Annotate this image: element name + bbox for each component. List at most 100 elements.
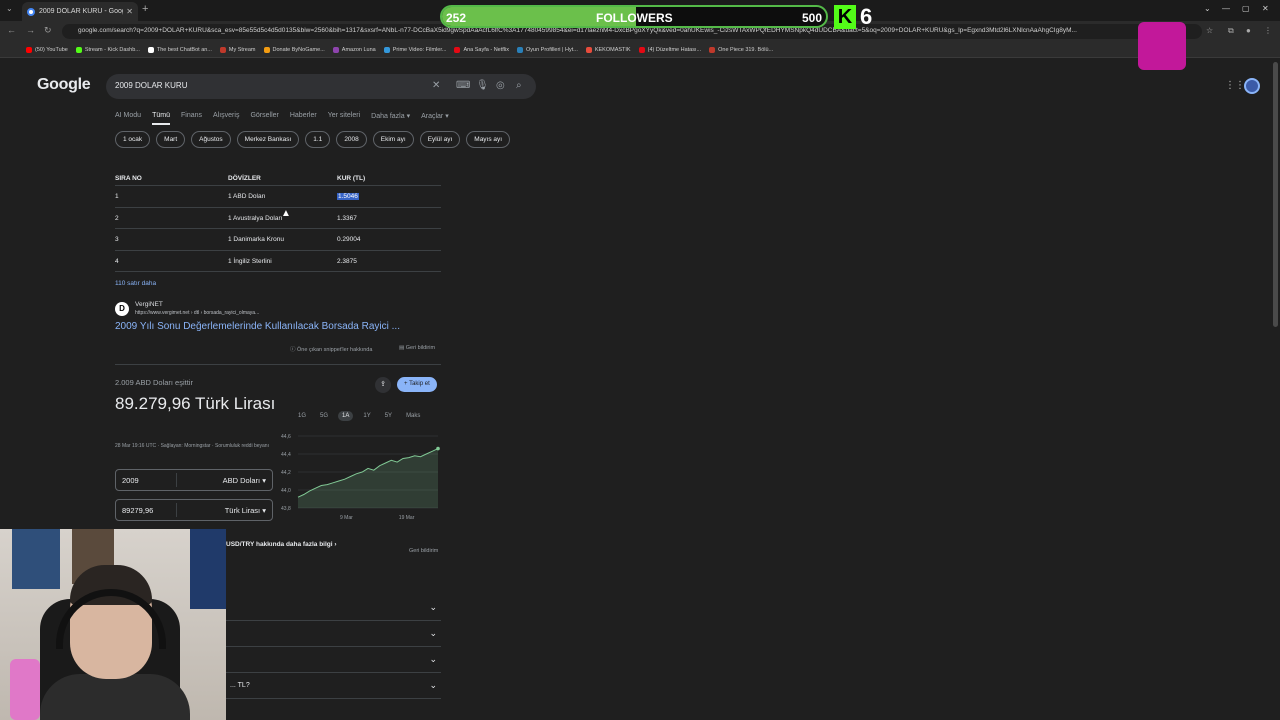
refinement-chip[interactable]: Mart — [156, 131, 186, 148]
mic-icon[interactable]: 🎙 — [476, 80, 489, 91]
from-amount-input[interactable]: 2009 — [122, 476, 139, 485]
reload-icon[interactable]: ↻ — [44, 25, 52, 36]
refinement-chip[interactable]: Merkez Bankası — [236, 131, 300, 148]
refinement-chip[interactable]: 2008 — [336, 131, 367, 148]
from-currency-select[interactable]: ABD Doları ▾ — [223, 476, 266, 485]
table-row: 3 1 Danimarka Kronu 0.29004 — [115, 229, 441, 251]
source-url[interactable]: https://www.vergimet.net › dtl › borsada… — [135, 310, 259, 316]
bookmark-label: Stream - Kick Dashb... — [84, 46, 140, 53]
close-window-icon[interactable]: ✕ — [1262, 4, 1269, 13]
period-tab[interactable]: 1G — [294, 411, 310, 421]
google-apps-icon[interactable]: ⋮⋮ — [1225, 80, 1245, 91]
bookmark-item[interactable]: Prime Video: Filmler... — [383, 46, 446, 53]
faq-question: ... TL? — [230, 682, 250, 689]
y-tick-label: 44,6 — [281, 434, 291, 440]
share-icon[interactable]: ⇪ — [375, 377, 391, 393]
overlay-badge — [1138, 22, 1186, 70]
feedback-link[interactable]: ▤ Geri bildirim — [399, 345, 435, 351]
to-amount-field[interactable]: 89279,96 Türk Lirası ▾ — [115, 499, 273, 521]
bookmark-item[interactable]: Ana Sayfa - Netflix — [454, 46, 509, 53]
bookmark-item[interactable]: Amazon Luna — [332, 46, 376, 53]
faq-row[interactable]: ⌄ — [226, 621, 441, 647]
kick-logo-icon: K — [834, 5, 856, 29]
row-rank: 2 — [115, 214, 119, 222]
row-rank: 4 — [115, 257, 119, 265]
bookmark-item[interactable]: One Piece 319. Bölü... — [709, 46, 773, 53]
refinement-chip[interactable]: Ağustos — [191, 131, 231, 148]
from-currency-label: ABD Doları — [222, 476, 261, 485]
bookmark-item[interactable]: Stream - Kick Dashb... — [75, 46, 140, 53]
tab-7[interactable]: Daha fazla ▾ — [371, 112, 410, 125]
menu-icon[interactable]: ⋮ — [1264, 26, 1272, 35]
followers-current: 252 — [446, 11, 467, 25]
period-tab[interactable]: 1Y — [359, 411, 374, 421]
tab-2[interactable]: Finans — [181, 112, 202, 125]
header-rate: KUR (TL) — [337, 175, 366, 182]
refinement-chip[interactable]: Mayıs ayı — [466, 131, 511, 148]
period-tab[interactable]: 5Y — [381, 411, 396, 421]
profile-avatar-icon[interactable]: ● — [1246, 26, 1251, 35]
bookmark-item[interactable]: (50) YouTube — [26, 46, 68, 53]
lens-icon[interactable]: ◎ — [496, 80, 505, 91]
from-amount-field[interactable]: 2009 ABD Doları ▾ — [115, 469, 273, 491]
more-rows-link[interactable]: 110 satır daha — [115, 280, 156, 287]
maximize-icon[interactable]: ▢ — [1242, 4, 1250, 13]
minimize-icon[interactable]: — — [1222, 4, 1230, 13]
bookmark-item[interactable]: My Stream — [219, 46, 256, 53]
bookmark-item[interactable]: (4) Düzeltme Hatası... — [638, 46, 701, 53]
faq-row[interactable]: ⌄ — [226, 647, 441, 673]
refinement-chip[interactable]: Ekim ayı — [372, 131, 414, 148]
bookmark-label: KEKOMASTIK — [594, 46, 631, 53]
tab-3[interactable]: Alışveriş — [213, 112, 239, 125]
result-title-link[interactable]: 2009 Yılı Sonu Değerlemelerinde Kullanıl… — [115, 321, 400, 332]
new-tab-icon[interactable]: + — [142, 3, 148, 15]
more-info-link[interactable]: USD/TRY hakkında daha fazla bilgi › — [226, 541, 337, 548]
to-amount-input[interactable]: 89279,96 — [122, 506, 153, 515]
to-currency-select[interactable]: Türk Lirası ▾ — [225, 506, 266, 515]
bookmark-label: (50) YouTube — [35, 46, 68, 53]
feedback-link-2[interactable]: Geri bildirim — [409, 548, 438, 554]
extensions-icon[interactable]: ⧉ — [1228, 26, 1234, 36]
feedback-text: Geri bildirim — [405, 345, 436, 351]
bookmark-item[interactable]: Donate ByNoGame... — [263, 46, 325, 53]
period-tab[interactable]: 5G — [316, 411, 332, 421]
bookmark-item[interactable]: Oyun Profilleri | Hyt... — [516, 46, 578, 53]
google-logo[interactable]: Google — [37, 76, 91, 94]
tab-close-icon[interactable]: ✕ — [126, 7, 133, 16]
refinement-chip[interactable]: 1.1 — [305, 131, 331, 148]
tab-4[interactable]: Görseller — [250, 112, 278, 125]
tab-6[interactable]: Yer siteleri — [328, 112, 360, 125]
tab-search-icon[interactable]: ⌄ — [6, 4, 13, 13]
keyboard-icon[interactable]: ⌨ — [456, 80, 470, 91]
account-avatar[interactable] — [1244, 78, 1260, 94]
faq-row[interactable]: ⌄ — [226, 595, 441, 621]
period-tab[interactable]: 1A — [338, 411, 354, 421]
about-snippets-link[interactable]: ⓘ Öne çıkan snippet'ler hakkında — [290, 345, 372, 353]
search-input[interactable]: 2009 DOLAR KURU — [115, 81, 187, 90]
source-name[interactable]: VergiNET — [135, 301, 163, 308]
followers-label: FOLLOWERS — [596, 11, 673, 25]
search-icon[interactable]: ⌕ — [516, 80, 522, 91]
tab-0[interactable]: AI Modu — [115, 112, 141, 125]
follow-button[interactable]: + Takip et — [397, 377, 437, 392]
refinement-chip[interactable]: Eylül ayı — [419, 131, 461, 148]
refinement-chip[interactable]: 1 ocak — [115, 131, 151, 148]
star-icon[interactable]: ☆ — [1206, 26, 1213, 35]
period-tab[interactable]: Maks — [402, 411, 424, 421]
tab-1[interactable]: Tümü — [152, 112, 170, 125]
bookmark-item[interactable]: KEKOMASTIK — [585, 46, 631, 53]
profile-icon[interactable]: ⌄ — [1204, 4, 1211, 13]
clear-icon[interactable]: ✕ — [432, 80, 440, 91]
y-tick-label: 43,8 — [281, 506, 291, 512]
chevron-down-icon: ⌄ — [429, 628, 437, 638]
tab-5[interactable]: Haberler — [290, 112, 317, 125]
tab-8[interactable]: Araçlar ▾ — [421, 112, 449, 125]
page-scrollbar[interactable] — [1273, 62, 1278, 327]
kick-count: 6 — [860, 4, 873, 29]
back-icon[interactable]: ← — [7, 25, 16, 35]
tab-active[interactable]: 2009 DOLAR KURU - Google'da ✕ — [22, 2, 138, 21]
faq-row[interactable]: ... TL? ⌄ — [226, 673, 441, 699]
search-box[interactable]: 2009 DOLAR KURU ✕ ⌨ 🎙 ◎ ⌕ — [106, 74, 536, 99]
forward-icon[interactable]: → — [26, 25, 35, 35]
bookmark-item[interactable]: The best ChatBot an... — [147, 46, 212, 53]
